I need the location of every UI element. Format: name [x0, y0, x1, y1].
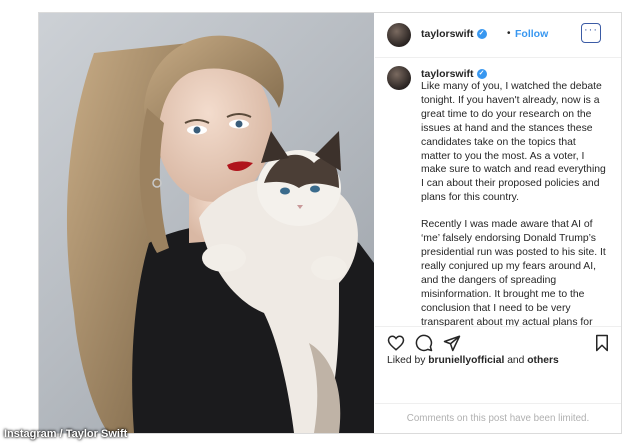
likes-and: and [504, 355, 528, 366]
header-username[interactable]: taylorswift ✓ [421, 28, 487, 40]
heart-icon[interactable] [387, 334, 405, 352]
likes-summary: Liked by bruniellyofficial and others [387, 355, 559, 366]
photo-illustration [66, 35, 374, 433]
instagram-post: taylorswift ✓ • Follow ··· taylorswift ✓ L… [38, 12, 622, 434]
header-username-text[interactable]: taylorswift [421, 28, 474, 40]
verified-badge-icon: ✓ [476, 29, 487, 40]
follow-button[interactable]: Follow [515, 28, 548, 40]
post-header: taylorswift ✓ • Follow ··· [375, 13, 621, 58]
caption-text: Like many of you, I watched the debate t… [421, 80, 607, 326]
caption-paragraph: Recently I was made aware that AI of ‘me… [421, 219, 606, 326]
verified-badge-icon: ✓ [476, 69, 487, 80]
send-icon[interactable] [443, 334, 461, 352]
more-options-icon[interactable]: ··· [581, 23, 601, 43]
likes-prefix: Liked by [387, 355, 429, 366]
post-photo[interactable] [39, 13, 374, 433]
caption-paragraph: Like many of you, I watched the debate t… [421, 81, 606, 204]
comment-icon[interactable] [415, 334, 433, 352]
bookmark-icon[interactable] [593, 334, 611, 352]
caption-username-text[interactable]: taylorswift [421, 68, 474, 80]
separator-dot: • [507, 28, 511, 39]
comments-limited-notice: Comments on this post have been limited. [375, 403, 621, 434]
caption-username[interactable]: taylorswift ✓ [421, 68, 487, 80]
likes-others-link[interactable]: others [527, 355, 558, 366]
avatar[interactable] [387, 23, 411, 47]
likes-user-link[interactable]: bruniellyofficial [428, 355, 504, 366]
caption-avatar[interactable] [387, 66, 411, 90]
photo-credit: Instagram / Taylor Swift [4, 428, 128, 440]
action-bar [375, 326, 621, 355]
post-caption: taylorswift ✓ Like many of you, I watched… [375, 58, 621, 326]
post-side-panel: taylorswift ✓ • Follow ··· taylorswift ✓ L… [375, 13, 621, 433]
